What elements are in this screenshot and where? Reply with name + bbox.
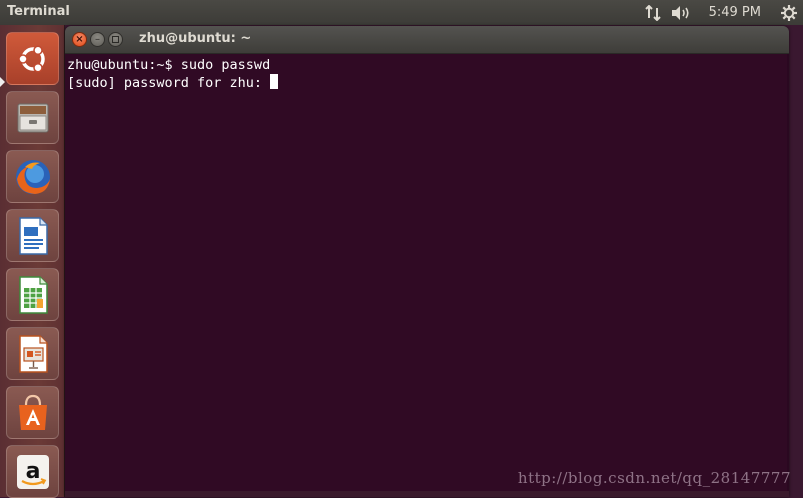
watermark-text: http://blog.csdn.net/qq_28147777 bbox=[517, 469, 791, 487]
calc-spreadsheet-icon bbox=[18, 275, 48, 314]
launcher-firefox[interactable] bbox=[6, 150, 59, 203]
terminal-line-prompt: [sudo] password for zhu: bbox=[67, 74, 789, 92]
terminal-window[interactable]: × – zhu@ubuntu: ~ zhu@ubuntu:~$ sudo pas… bbox=[65, 26, 789, 497]
window-titlebar[interactable]: × – zhu@ubuntu: ~ bbox=[65, 26, 789, 54]
unity-launcher: a bbox=[0, 25, 65, 498]
launcher-software-center[interactable] bbox=[6, 386, 59, 439]
system-tray: 5:49 PM bbox=[639, 0, 803, 25]
writer-document-icon bbox=[18, 216, 48, 255]
minimize-icon: – bbox=[95, 33, 100, 45]
launcher-amazon[interactable]: a bbox=[6, 445, 59, 498]
active-app-title: Terminal bbox=[7, 4, 70, 19]
minimize-button[interactable]: – bbox=[90, 32, 105, 47]
text-cursor bbox=[270, 74, 279, 89]
launcher-libreoffice-writer[interactable] bbox=[6, 209, 59, 262]
close-icon: × bbox=[75, 33, 84, 45]
maximize-button[interactable] bbox=[108, 32, 123, 47]
maximize-icon bbox=[112, 36, 119, 43]
close-button[interactable]: × bbox=[72, 32, 87, 47]
window-edge bbox=[787, 54, 789, 497]
amazon-icon: a bbox=[16, 454, 49, 489]
network-icon bbox=[644, 4, 661, 21]
clock-indicator[interactable]: 5:49 PM bbox=[697, 0, 775, 25]
session-menu[interactable] bbox=[775, 0, 803, 25]
launcher-files[interactable] bbox=[6, 91, 59, 144]
terminal-line-text: [sudo] password for zhu: bbox=[67, 75, 271, 91]
terminal-line: zhu@ubuntu:~$ sudo passwd bbox=[67, 57, 271, 73]
launcher-libreoffice-calc[interactable] bbox=[6, 268, 59, 321]
launcher-libreoffice-impress[interactable] bbox=[6, 327, 59, 380]
ubuntu-logo-icon bbox=[17, 45, 45, 72]
impress-presentation-icon bbox=[18, 334, 48, 373]
launcher-ubuntu-dash[interactable] bbox=[6, 32, 59, 85]
desktop-bottom-edge bbox=[65, 491, 789, 497]
shopping-bag-icon bbox=[18, 394, 47, 430]
window-title: zhu@ubuntu: ~ bbox=[139, 31, 252, 46]
network-indicator[interactable] bbox=[639, 0, 667, 25]
volume-indicator[interactable] bbox=[667, 0, 697, 25]
firefox-icon bbox=[15, 159, 50, 194]
terminal-output[interactable]: zhu@ubuntu:~$ sudo passwd [sudo] password… bbox=[65, 54, 789, 92]
gear-icon bbox=[781, 4, 797, 21]
volume-icon bbox=[671, 5, 689, 20]
active-pip bbox=[0, 77, 5, 87]
top-panel: Terminal 5:49 PM bbox=[0, 0, 803, 25]
file-cabinet-icon bbox=[17, 103, 48, 132]
clock-text: 5:49 PM bbox=[708, 5, 761, 20]
svg-text:a: a bbox=[25, 459, 40, 484]
